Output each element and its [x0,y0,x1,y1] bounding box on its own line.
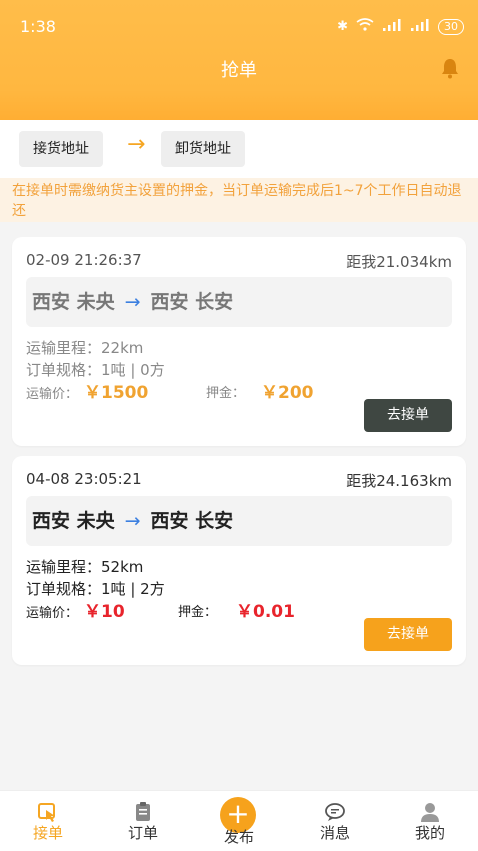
deposit-notice: 在接单时需缴纳货主设置的押金，当订单运输完成后1~7个工作日自动退还 [0,178,478,222]
order-spec: 订单规格：1吨 | 0方 [26,359,165,380]
address-filter-bar: 接货地址 → 卸货地址 [0,120,478,178]
battery-indicator: 30 [438,18,464,35]
arrow-right-icon: → [124,510,141,532]
tab-label: 消息 [319,824,350,842]
tab-label: 发布 [223,828,254,846]
status-time: 1:38 [20,17,56,36]
order-distance: 距我21.034km [346,253,452,271]
price-label: 运输价： [26,387,79,402]
order-route: 西安 未央 → 西安 长安 [26,277,452,327]
order-route: 西安 未央 → 西安 长安 [26,496,452,546]
deposit-value: ￥0.01 [236,602,295,622]
accept-order-button[interactable]: 去接单 [364,399,452,432]
route-from: 西安 未央 [32,291,115,313]
route-from: 西安 未央 [32,510,115,532]
order-price: 运输价： ￥1500 [26,378,148,403]
status-bar: 1:38 ✱ 30 [0,0,478,56]
spec-label: 订单规格： [26,361,102,379]
order-distance: 距我24.163km [346,472,452,490]
status-icons: ✱ 30 [337,18,464,35]
load-address-filter[interactable]: 接货地址 [19,131,103,167]
bluetooth-icon: ✱ [337,19,348,34]
order-list-icon [131,801,155,823]
wifi-icon [356,18,374,35]
order-card: 04-08 23:05:21 距我24.163km 西安 未央 → 西安 长安 运输… [12,456,466,665]
message-icon [323,801,347,823]
signal-icon [410,18,430,35]
order-mileage: 运输里程：52km [26,556,143,577]
tab-publish[interactable]: + 发布 [199,791,279,851]
tab-messages[interactable]: 消息 [295,791,375,851]
price-value: ￥10 [84,602,125,622]
tab-grab-order[interactable]: 接单 [8,791,88,851]
tab-profile[interactable]: 我的 [390,791,470,851]
accept-order-button[interactable]: 去接单 [364,618,452,651]
order-time: 02-09 21:26:37 [26,251,142,269]
price-label: 运输价： [26,606,79,621]
deposit-value: ￥200 [261,383,314,403]
grab-order-icon [36,801,60,823]
header: 1:38 ✱ 30 抢单 [0,0,478,120]
page-title: 抢单 [221,60,257,81]
price-value: ￥1500 [84,383,149,403]
deposit-label: 押金： [178,605,218,620]
unload-address-filter[interactable]: 卸货地址 [161,131,245,167]
mileage-value: 52km [101,558,144,576]
arrow-right-icon: → [127,132,146,157]
order-time: 04-08 23:05:21 [26,470,142,488]
spec-label: 订单规格： [26,580,102,598]
order-spec: 订单规格：1吨 | 2方 [26,578,165,599]
order-mileage: 运输里程：22km [26,337,143,358]
tab-orders[interactable]: 订单 [103,791,183,851]
bottom-tab-bar: 接单 订单 + 发布 消息 我的 [0,790,478,851]
tab-label: 接单 [32,824,63,842]
spec-value: 1吨 | 0方 [101,361,165,379]
bell-icon[interactable] [438,56,462,80]
route-to: 西安 长安 [150,510,234,532]
route-to: 西安 长安 [150,291,234,313]
deposit-label: 押金： [206,386,246,401]
order-price: 运输价： ￥10 [26,597,125,622]
signal-icon [382,18,402,35]
mileage-value: 22km [101,339,144,357]
mileage-label: 运输里程： [26,339,102,357]
profile-icon [418,801,442,823]
tab-label: 我的 [414,824,445,842]
mileage-label: 运输里程： [26,558,102,576]
spec-value: 1吨 | 2方 [101,580,165,598]
order-card: 02-09 21:26:37 距我21.034km 西安 未央 → 西安 长安 运输… [12,237,466,446]
tab-label: 订单 [127,824,158,842]
arrow-right-icon: → [124,291,141,313]
